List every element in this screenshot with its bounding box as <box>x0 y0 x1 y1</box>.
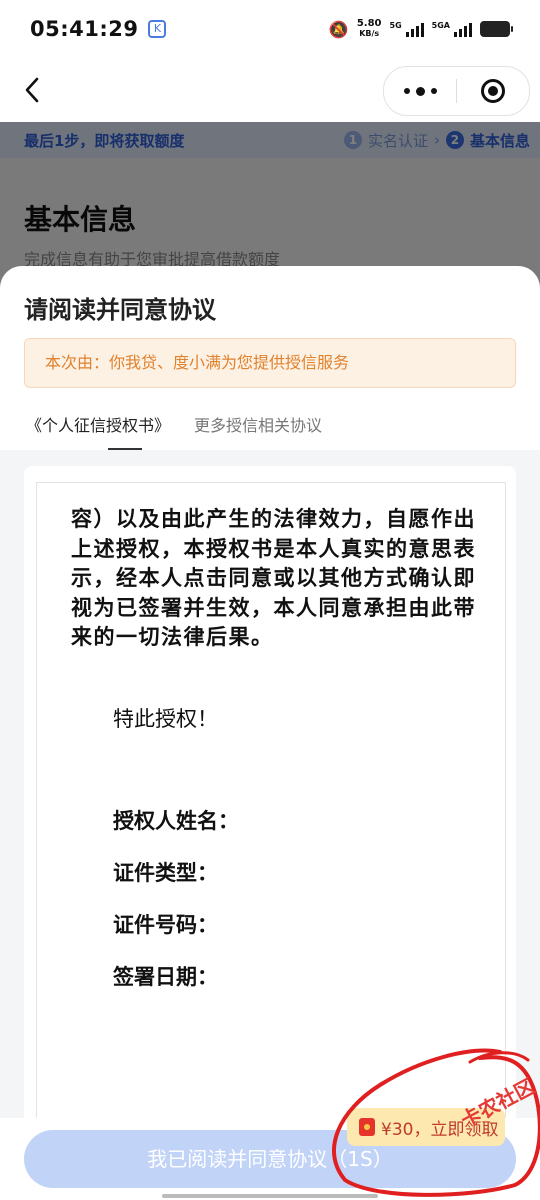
provider-notice: 本次由：你我贷、度小满为您提供授信服务 <box>24 338 516 388</box>
document-area: 容）以及由此产生的法律效力，自愿作出上述授权，本授权书是本人真实的意思表示，经本… <box>0 450 540 1200</box>
document-card[interactable]: 容）以及由此产生的法律效力，自愿作出上述授权，本授权书是本人真实的意思表示，经本… <box>24 466 516 1172</box>
more-dots-icon <box>403 88 410 94</box>
sheet-title: 请阅读并同意协议 <box>24 296 216 324</box>
sim2-label: 5GA <box>431 21 450 30</box>
more-button[interactable] <box>384 67 456 115</box>
mini-program-capsule <box>383 66 530 116</box>
field-signer-name: 授权人姓名： <box>113 809 239 833</box>
field-id-number: 证件号码： <box>113 913 218 937</box>
status-right: 🔕 5.80 KB/s 5G 5GA <box>328 19 513 39</box>
back-button[interactable] <box>14 72 50 108</box>
signal-sim2-icon: 5GA <box>432 21 472 37</box>
status-bar: 05:41:29 K 🔕 5.80 KB/s 5G 5GA <box>0 0 540 58</box>
back-arrow-icon <box>25 77 39 103</box>
tab-credit-authorization[interactable]: 《个人征信授权书》 <box>26 412 170 436</box>
home-indicator[interactable] <box>162 1194 378 1198</box>
close-mini-program-button[interactable] <box>457 67 529 115</box>
signal-sim1-icon: 5G <box>390 21 424 37</box>
field-sign-date: 签署日期： <box>113 965 218 989</box>
bell-off-icon: 🔕 <box>328 19 349 39</box>
document-frame: 容）以及由此产生的法律效力，自愿作出上述授权，本授权书是本人真实的意思表示，经本… <box>36 482 506 1172</box>
close-target-icon <box>481 79 505 103</box>
battery-icon <box>480 21 513 37</box>
red-packet-icon <box>359 1118 375 1136</box>
document-paragraph: 容）以及由此产生的法律效力，自愿作出上述授权，本授权书是本人真实的意思表示，经本… <box>71 507 476 649</box>
net-speed-value: 5.80 <box>356 18 382 29</box>
nav-bar <box>0 58 540 122</box>
agreement-sheet: 请阅读并同意协议 本次由：你我贷、度小满为您提供授信服务 《个人征信授权书》 更… <box>0 266 540 1200</box>
document-closing: 特此授权！ <box>113 707 218 731</box>
field-id-type: 证件类型： <box>113 861 218 885</box>
agreement-tabs: 《个人征信授权书》 更多授信相关协议 <box>24 406 516 451</box>
tab-more-agreements[interactable]: 更多授信相关协议 <box>194 412 322 436</box>
net-speed-unit: KB/s <box>359 29 380 38</box>
app-notification-icon: K <box>148 20 167 38</box>
status-left: 05:41:29 K <box>30 17 167 41</box>
sim1-label: 5G <box>389 21 402 30</box>
net-speed: 5.80 KB/s <box>357 19 382 39</box>
clock: 05:41:29 <box>30 17 139 41</box>
